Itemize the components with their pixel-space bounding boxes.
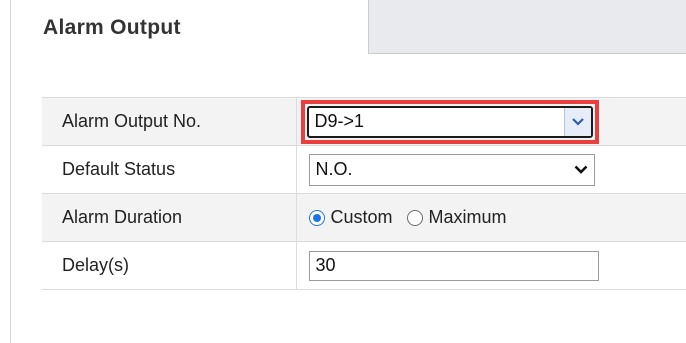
- alarm-output-no-selected: D9->1: [314, 111, 365, 131]
- radio-custom-label[interactable]: Custom: [331, 207, 393, 228]
- delay-input[interactable]: [308, 250, 599, 281]
- chevron-down-icon[interactable]: [568, 155, 594, 185]
- alarm-output-form: Alarm Output No. D9->1 Default Status N.…: [42, 97, 686, 290]
- default-status-selected: N.O.: [315, 159, 353, 179]
- radio-maximum[interactable]: [406, 209, 423, 226]
- row-alarm-output-no: Alarm Output No. D9->1: [42, 97, 686, 146]
- chevron-down-icon[interactable]: [563, 107, 591, 136]
- alarm-output-page: Alarm Output Alarm Output No. D9->1 Defa…: [0, 0, 686, 343]
- delay-value-cell: [296, 242, 686, 290]
- default-status-select[interactable]: N.O.: [308, 153, 595, 186]
- default-status-value-cell: N.O.: [296, 146, 686, 194]
- delay-label: Delay(s): [42, 241, 297, 290]
- radio-custom[interactable]: [308, 209, 325, 226]
- row-delay: Delay(s): [42, 241, 686, 290]
- row-default-status: Default Status N.O.: [42, 145, 686, 194]
- radio-maximum-label[interactable]: Maximum: [429, 207, 507, 228]
- radio-checked-dot: [312, 213, 321, 222]
- alarm-duration-radio-group: Custom Maximum: [308, 207, 686, 228]
- tab-alarm-output-label: Alarm Output: [43, 16, 181, 39]
- highlight-frame: D9->1: [300, 99, 599, 144]
- row-alarm-duration: Alarm Duration Custom Maximum: [42, 193, 686, 242]
- tab-inactive[interactable]: [368, 0, 686, 54]
- content-left-border: [10, 54, 11, 343]
- default-status-label: Default Status: [42, 145, 297, 194]
- alarm-output-no-select[interactable]: D9->1: [306, 105, 593, 138]
- alarm-output-no-label: Alarm Output No.: [42, 97, 297, 146]
- tab-alarm-output[interactable]: Alarm Output: [10, 0, 371, 54]
- alarm-output-no-value-cell: D9->1: [296, 98, 686, 146]
- alarm-duration-value-cell: Custom Maximum: [296, 194, 686, 242]
- alarm-duration-label: Alarm Duration: [42, 193, 297, 242]
